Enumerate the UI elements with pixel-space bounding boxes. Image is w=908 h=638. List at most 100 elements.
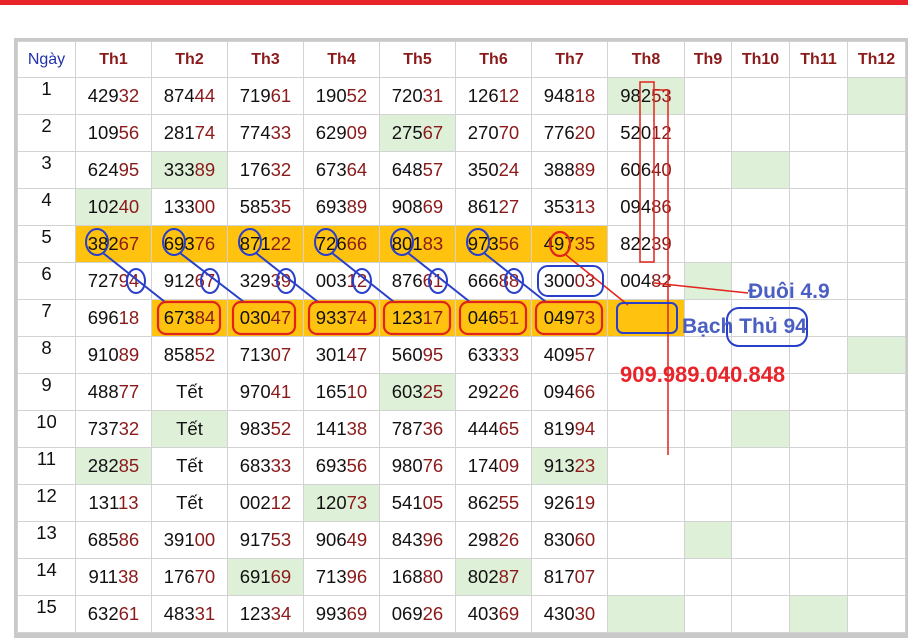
result-cell: 84396 [379,521,456,559]
result-cell: 92619 [531,484,608,522]
result-cell: 40369 [455,595,532,633]
result-head: 391 [163,529,195,550]
result-head: 685 [87,529,119,550]
result-cell: 98253 [607,77,685,115]
result-head: 673 [315,159,347,180]
result-cell: 14138 [303,410,380,448]
result-cell: 81994 [531,410,608,448]
day-number: 5 [17,225,76,263]
result-head: 926 [543,492,575,513]
result-cell: 67384 [151,299,228,337]
result-cell: 10956 [75,114,152,152]
result-cell: 13113 [75,484,152,522]
result-cell [684,262,732,300]
result-cell: 77433 [227,114,304,152]
result-cell: 80183 [379,225,456,263]
result-head: 131 [88,492,118,513]
result-cell: 69356 [303,447,380,485]
result-tail: 33 [270,122,292,143]
result-head: 585 [239,196,271,217]
result-cell: 66688 [455,262,532,300]
result-tail: 88 [498,270,520,291]
result-tail: 67 [118,233,140,254]
result-tail: 26 [498,529,520,550]
result-tail: 61 [270,85,292,106]
result-tail: 53 [270,529,292,550]
result-cell: 17409 [455,447,532,485]
result-cell [684,521,732,559]
result-cell: 38267 [75,225,152,263]
result-cell [789,225,848,263]
bach-thu-annotation: Bạch Thủ 94 [682,315,807,338]
result-cell: 40957 [531,336,608,374]
result-head: 270 [467,122,499,143]
result-tail: 57 [422,159,444,180]
result-cell: 71961 [227,77,304,115]
result-head: 560 [391,344,423,365]
result-cell: 12073 [303,484,380,522]
result-cell [847,188,906,226]
day-number: 9 [17,373,76,411]
result-head: 030 [239,307,271,328]
result-cell: 86255 [455,484,532,522]
result-head: 350 [467,159,499,180]
result-cell [789,558,848,596]
table-row: 14 91138 17670 69169 71396 16880 80287 81707 [17,558,906,596]
result-cell [789,410,848,448]
result-cell: 16880 [379,558,456,596]
result-head: 403 [467,603,499,624]
result-tail: 12 [498,85,520,106]
result-head: 388 [543,159,575,180]
result-tail: 73 [346,492,368,513]
result-tail: 53 [651,85,672,106]
result-head: 948 [543,85,575,106]
result-head: 696 [87,307,119,328]
result-cell [607,521,685,559]
result-cell: 98352 [227,410,304,448]
result-cell: 28174 [151,114,228,152]
result-head: 906 [315,529,347,550]
result-tail: 33 [498,344,520,365]
result-tail: 51 [498,307,520,328]
result-tail: 69 [346,603,368,624]
result-tail: 40 [118,196,140,217]
result-cell [847,77,906,115]
table-body: 1 42932 87444 71961 19052 72031 12612 94818 9825… [17,77,906,633]
result-cell [684,225,732,263]
result-cell [684,447,732,485]
result-cell [789,114,848,152]
result-tail: 24 [498,159,520,180]
result-tail: 10 [346,381,368,402]
result-tail: 05 [422,492,444,513]
result-head: 603 [391,381,423,402]
result-cell [789,521,848,559]
result-cell: 91267 [151,262,228,300]
result-tail: 13 [574,196,596,217]
result-cell: 27070 [455,114,532,152]
header-month-2: Th2 [151,41,228,78]
result-cell: 72666 [303,225,380,263]
result-cell: 33389 [151,151,228,189]
result-tail: 74 [346,307,368,328]
result-cell [731,595,790,633]
result-cell [847,447,906,485]
result-head: 123 [239,603,271,624]
result-head: 275 [391,122,423,143]
result-cell [847,225,906,263]
result-head: 802 [467,566,499,587]
result-tail: 70 [498,122,520,143]
result-cell: 60325 [379,373,456,411]
result-head: 541 [391,492,423,513]
phone-annotation: 909.989.040.848 [620,362,786,387]
day-number: 10 [17,410,76,448]
result-cell: 62909 [303,114,380,152]
result-head: 726 [315,233,347,254]
result-cell: 00212 [227,484,304,522]
result-cell: 90649 [303,521,380,559]
result-cell [684,188,732,226]
result-tail: 35 [574,233,596,254]
result-head: 520 [620,122,652,143]
result-tail: 07 [574,566,596,587]
header-month-9: Th9 [684,41,732,78]
result-cell: 87661 [379,262,456,300]
